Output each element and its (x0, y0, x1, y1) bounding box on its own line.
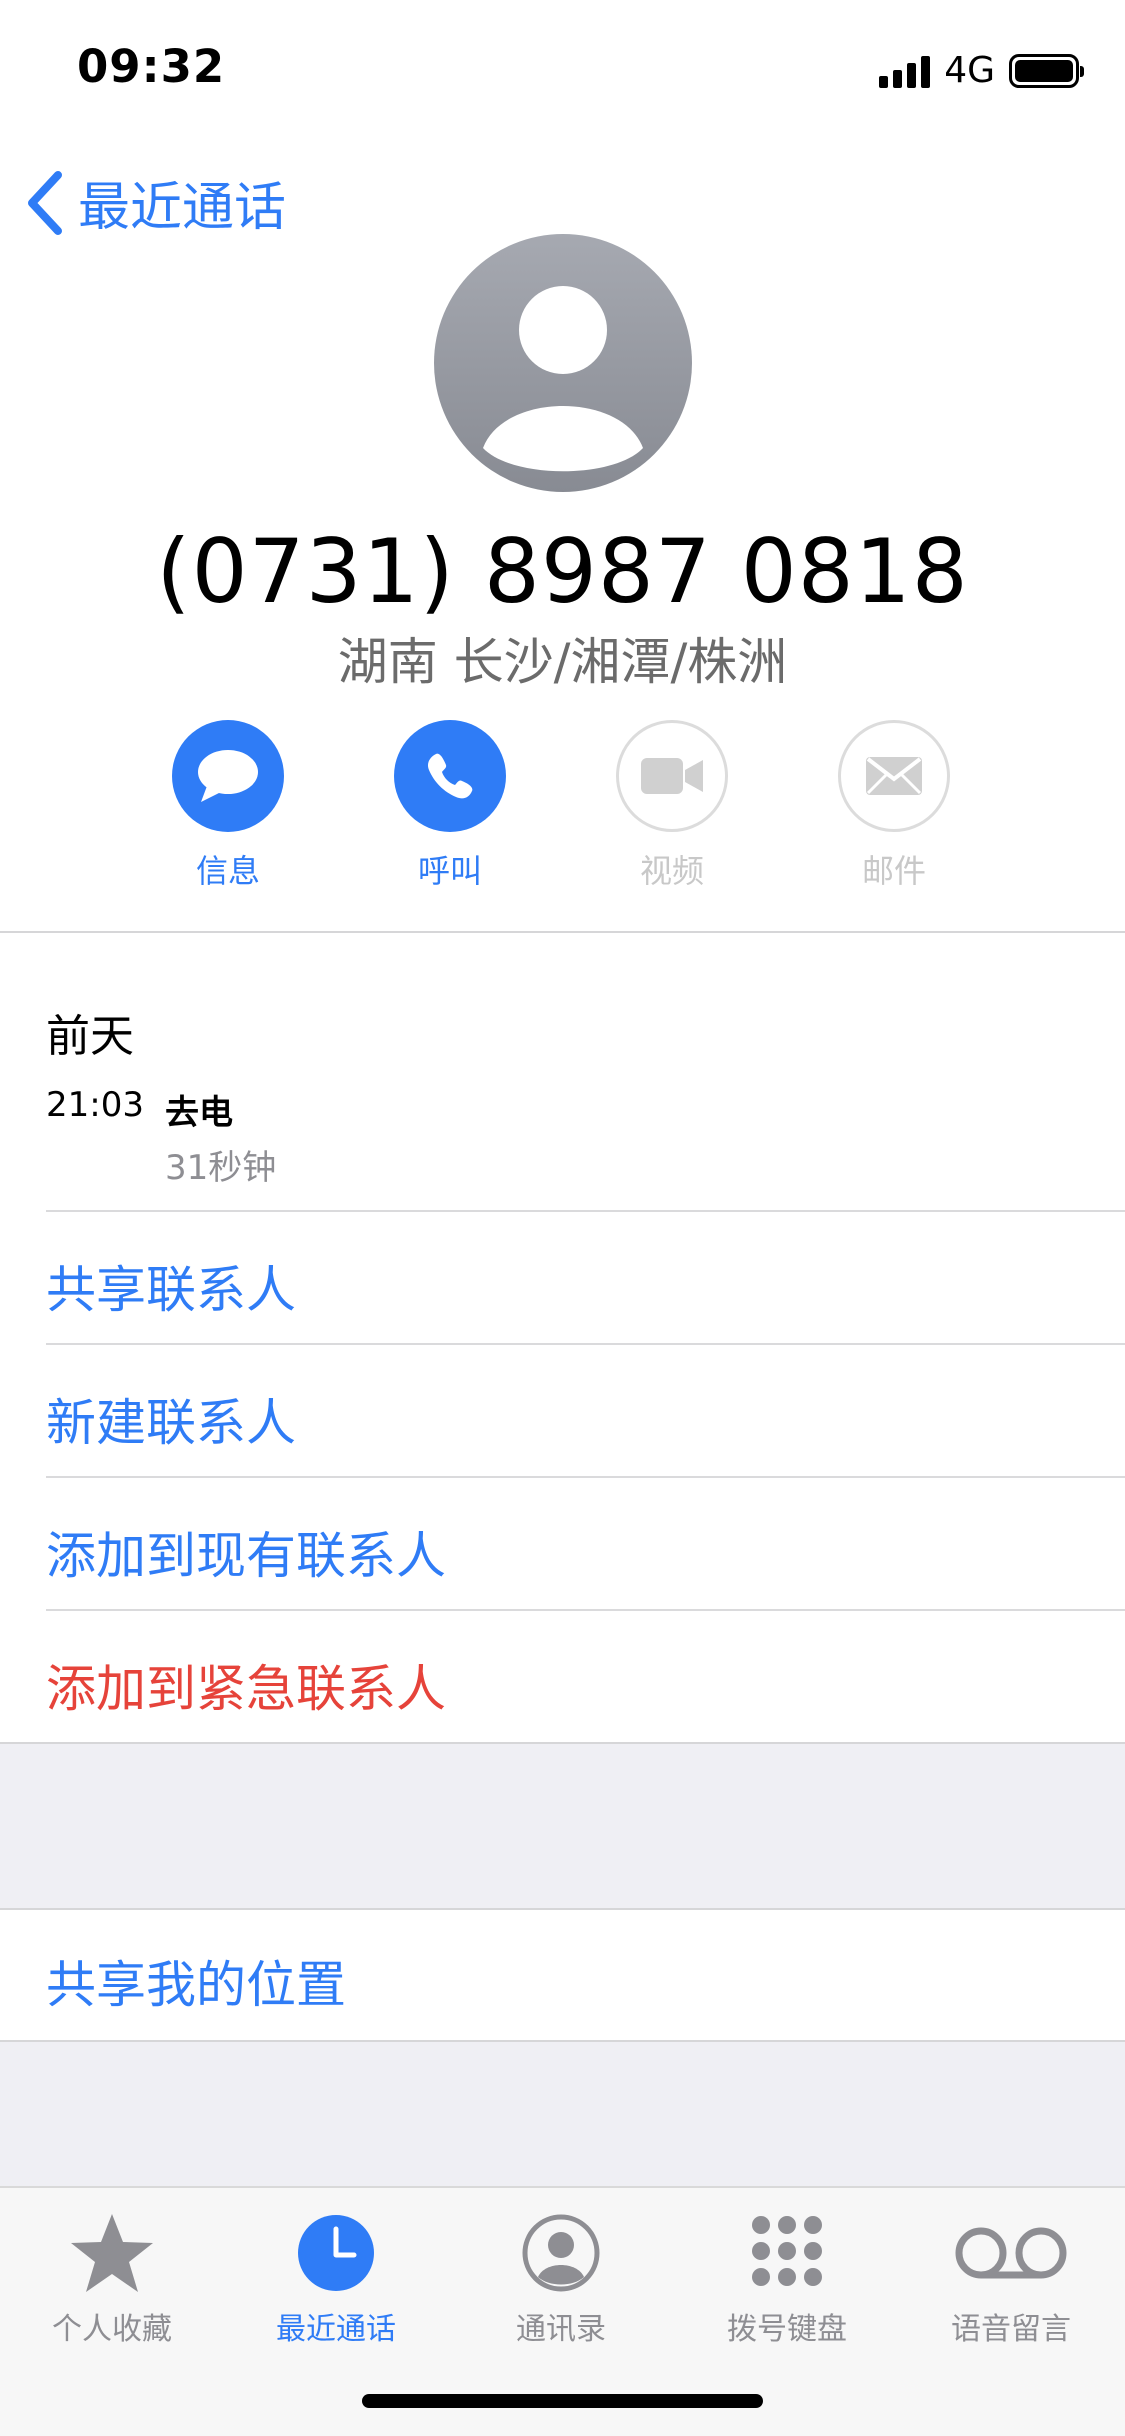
recent-call-detail-screen: 09:32 4G 最近通话 (0731) 8987 0818 湖南 长沙/湘潭/… (0, 0, 1125, 2436)
status-time: 09:32 (77, 40, 226, 93)
mail-icon (866, 757, 922, 795)
number-location: 湖南 长沙/湘潭/株洲 (337, 633, 788, 691)
call-button[interactable]: 呼叫 (380, 720, 520, 892)
tab-contacts[interactable]: 通讯录 (466, 2208, 656, 2348)
video-label: 视频 (639, 852, 704, 890)
call-duration: 31秒钟 (165, 1148, 277, 1188)
back-button[interactable]: 最近通话 (26, 165, 286, 240)
section-separator (0, 1742, 1125, 1910)
tab-favorites[interactable]: 个人收藏 (17, 2208, 207, 2348)
chevron-left-icon (28, 170, 62, 235)
clock-icon (298, 2215, 374, 2291)
star-icon (71, 2214, 153, 2292)
tab-label: 最近通话 (276, 2312, 396, 2347)
call-day: 前天 (46, 1011, 134, 1062)
tab-keypad[interactable]: 拨号键盘 (692, 2208, 882, 2348)
contacts-icon (522, 2214, 600, 2292)
tab-label: 通讯录 (516, 2312, 606, 2347)
avatar (434, 234, 692, 492)
home-indicator[interactable] (362, 2394, 763, 2408)
status-bar: 09:32 4G (0, 0, 1125, 140)
divider (0, 1742, 1125, 1744)
new-contact-option[interactable]: 新建联系人 (46, 1383, 296, 1455)
divider (46, 1609, 1125, 1611)
tab-voicemail[interactable]: 语音留言 (916, 2208, 1106, 2348)
divider (46, 1343, 1125, 1345)
message-button[interactable]: 信息 (158, 720, 298, 892)
phone-icon (427, 753, 473, 799)
message-icon (198, 750, 258, 802)
call-type: 去电 (165, 1093, 233, 1133)
divider (46, 1476, 1125, 1478)
message-label: 信息 (195, 852, 260, 890)
person-silhouette-icon (483, 286, 643, 472)
status-indicators: 4G (879, 50, 1084, 91)
call-time: 21:03 (46, 1085, 144, 1125)
share-contact-option[interactable]: 共享联系人 (46, 1250, 296, 1322)
mail-button[interactable]: 邮件 (824, 720, 964, 892)
add-to-emergency-contact-option[interactable]: 添加到紧急联系人 (46, 1649, 446, 1721)
divider (46, 1210, 1125, 1212)
call-label: 呼叫 (417, 852, 482, 890)
voicemail-icon (955, 2227, 1067, 2279)
signal-icon (879, 54, 931, 88)
battery-icon (1009, 53, 1084, 88)
bottom-spacer (0, 2042, 1125, 2186)
tab-recents[interactable]: 最近通话 (241, 2208, 431, 2348)
mail-label: 邮件 (861, 852, 926, 890)
back-label: 最近通话 (78, 178, 287, 238)
phone-number: (0731) 8987 0818 (156, 520, 969, 623)
network-type: 4G (944, 50, 995, 91)
tab-label: 个人收藏 (52, 2312, 172, 2347)
tab-label: 语音留言 (951, 2312, 1071, 2347)
divider (0, 1908, 1125, 1910)
action-buttons: 信息 呼叫 视频 邮件 (0, 720, 1125, 900)
share-location-option[interactable]: 共享我的位置 (46, 1945, 346, 2017)
divider (0, 931, 1125, 933)
video-button[interactable]: 视频 (602, 720, 742, 892)
keypad-icon (752, 2216, 822, 2286)
add-to-existing-contact-option[interactable]: 添加到现有联系人 (46, 1516, 446, 1588)
tab-label: 拨号键盘 (727, 2312, 847, 2347)
video-icon (641, 758, 703, 794)
